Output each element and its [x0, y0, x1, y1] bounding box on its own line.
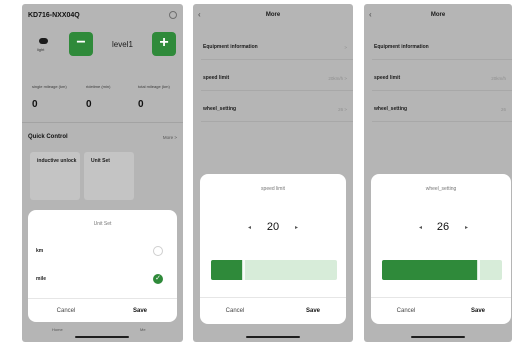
phone-home-screen: KD716-NXX04Q light − level1 + single mil…: [22, 4, 183, 342]
unit-set-sheet: Unit Set km mile ✓ Cancel Save: [28, 210, 177, 322]
save-button[interactable]: Save: [453, 308, 503, 314]
cancel-button[interactable]: Cancel: [36, 308, 96, 314]
row-divider: [201, 121, 353, 122]
row-speed-limit-value: 20km/h: [491, 76, 506, 81]
unit-option-mile-radio[interactable]: ✓: [153, 274, 163, 284]
page-title: More: [265, 12, 281, 18]
home-indicator: [411, 336, 465, 338]
quick-card-label: inductive unlock: [37, 158, 77, 164]
level-label: level1: [112, 40, 133, 49]
dialog-divider: [200, 297, 346, 298]
row-divider: [372, 121, 512, 122]
unit-option-mile-label[interactable]: mile: [36, 276, 46, 282]
stat-ridetime-label: ridetime (min): [86, 84, 111, 89]
speed-limit-slider[interactable]: [211, 260, 337, 280]
row-divider: [201, 59, 353, 60]
row-speed-limit[interactable]: speed limit: [374, 75, 400, 81]
quick-control-title: Quick Control: [28, 134, 68, 140]
quick-card-inductive-unlock[interactable]: inductive unlock: [30, 152, 80, 200]
row-divider: [372, 90, 512, 91]
slider-fill: [382, 260, 478, 280]
stat-total-mileage-value: 0: [138, 99, 144, 110]
wheel-setting-value: 26: [436, 221, 450, 233]
increase-arrow-icon[interactable]: ▸: [295, 224, 298, 231]
quick-card-unit-set[interactable]: Unit Set: [84, 152, 134, 200]
quick-card-label: Unit Set: [91, 158, 110, 164]
slider-knob[interactable]: [241, 260, 245, 280]
row-equipment-information-value: >: [344, 45, 347, 50]
dialog-title: wheel_setting: [425, 186, 457, 192]
row-wheel-setting[interactable]: wheel_setting: [203, 106, 236, 112]
save-button[interactable]: Save: [288, 308, 338, 314]
wheel-setting-dialog: wheel_setting ◂ 26 ▸ Cancel Save: [371, 174, 511, 324]
stats-divider: [22, 122, 183, 123]
row-wheel-setting-value: 26 >: [338, 107, 347, 112]
speed-limit-value: 20: [266, 221, 280, 233]
tab-home[interactable]: Home: [52, 327, 63, 332]
wheel-setting-slider[interactable]: [382, 260, 502, 280]
cancel-button[interactable]: Cancel: [381, 308, 431, 314]
phone-more-wheel-setting: ‹ More Equipment information speed limit…: [364, 4, 512, 342]
page-title: More: [430, 12, 446, 18]
phone-more-speed-limit: ‹ More Equipment information > speed lim…: [193, 4, 353, 342]
decrease-arrow-icon[interactable]: ◂: [248, 224, 251, 231]
dialog-divider: [371, 297, 511, 298]
sheet-divider: [28, 298, 177, 299]
slider-fill: [211, 260, 243, 280]
row-speed-limit-value: 20km/h >: [328, 76, 347, 81]
row-equipment-information[interactable]: Equipment information: [203, 44, 258, 50]
row-wheel-setting[interactable]: wheel_setting: [374, 106, 407, 112]
increase-arrow-icon[interactable]: ▸: [465, 224, 468, 231]
cancel-button[interactable]: Cancel: [210, 308, 260, 314]
level-decrease-button[interactable]: −: [69, 32, 93, 56]
home-indicator: [246, 336, 300, 338]
level-increase-button[interactable]: +: [152, 32, 176, 56]
save-button[interactable]: Save: [110, 308, 170, 314]
speed-limit-dialog: speed limit ◂ 20 ▸ Cancel Save: [200, 174, 346, 324]
dialog-title: speed limit: [261, 186, 285, 192]
row-divider: [372, 59, 512, 60]
settings-icon[interactable]: [169, 11, 177, 19]
stat-single-mileage-label: single mileage (km): [32, 84, 67, 89]
row-wheel-setting-value: 26: [500, 107, 506, 112]
slider-knob[interactable]: [477, 260, 480, 280]
stat-single-mileage-value: 0: [32, 99, 38, 110]
device-title: KD716-NXX04Q: [28, 12, 80, 19]
tab-me[interactable]: Me: [140, 327, 146, 332]
unit-option-km-radio[interactable]: [153, 246, 163, 256]
sheet-title: Unit Set: [93, 221, 112, 227]
quick-control-more-link[interactable]: More >: [163, 135, 177, 140]
row-divider: [201, 90, 353, 91]
decrease-arrow-icon[interactable]: ◂: [419, 224, 422, 231]
home-indicator: [75, 336, 129, 338]
row-speed-limit[interactable]: speed limit: [203, 75, 229, 81]
stat-total-mileage-label: total mileage (km): [138, 84, 170, 89]
row-equipment-information[interactable]: Equipment information: [374, 44, 429, 50]
stat-ridetime-value: 0: [86, 99, 92, 110]
unit-option-km-label[interactable]: km: [36, 248, 43, 254]
light-toggle-icon[interactable]: [39, 38, 48, 44]
light-label: light: [37, 47, 45, 52]
